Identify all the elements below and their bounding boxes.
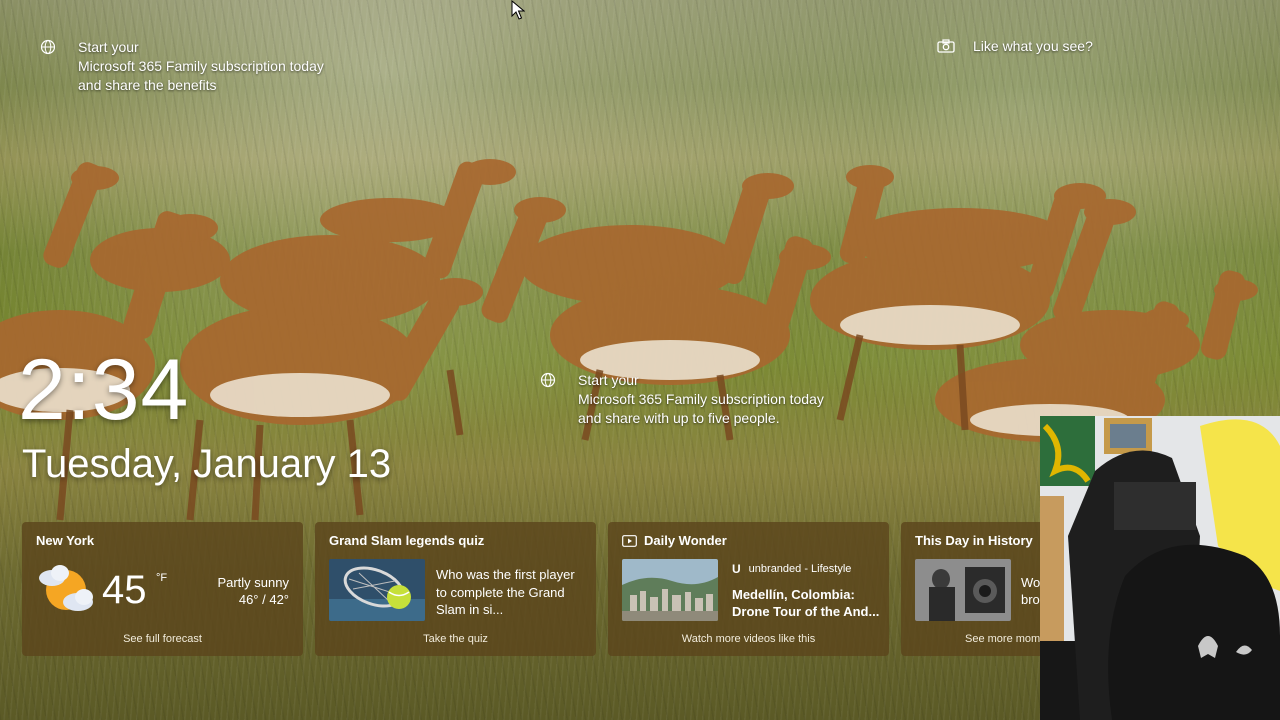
- daily-wonder-footer-link[interactable]: Watch more videos like this: [608, 633, 889, 645]
- weather-temperature: 45: [102, 568, 147, 612]
- daily-wonder-title-text: Daily Wonder: [644, 533, 727, 548]
- headline-line1: Medellín, Colombia:: [732, 587, 855, 602]
- history-thumbnail: [915, 559, 1011, 621]
- quiz-title: Grand Slam legends quiz: [329, 533, 485, 548]
- video-icon: [622, 534, 637, 547]
- daily-wonder-source: U unbranded - Lifestyle: [732, 562, 851, 576]
- history-card[interactable]: This Day in History Wo bro See more mom: [901, 522, 1061, 656]
- history-footer-link[interactable]: See more mom: [901, 633, 1061, 645]
- daily-wonder-headline: Medellín, Colombia: Drone Tour of the An…: [732, 586, 884, 620]
- webcam-overlay: [1040, 416, 1280, 720]
- promo-mid-line3: and share with up to five people.: [578, 410, 780, 426]
- city-thumbnail: [622, 559, 718, 621]
- camera-icon: [937, 39, 955, 53]
- promo-top-line3: and share the benefits: [78, 77, 217, 93]
- like-what-you-see-label: Like what you see?: [973, 38, 1093, 54]
- like-what-you-see-button[interactable]: Like what you see?: [937, 38, 1093, 54]
- quiz-line2: to complete the Grand: [436, 584, 565, 600]
- weather-card[interactable]: New York 45 °F Partly sunny 46° / 42° Se…: [22, 522, 303, 656]
- promo-top-line1: Start your: [78, 39, 139, 55]
- globe-icon: [540, 372, 556, 388]
- promo-mid-line1: Start your: [578, 372, 639, 388]
- weather-footer-link[interactable]: See full forecast: [22, 633, 303, 645]
- source-logo: U: [732, 562, 741, 576]
- promo-middle[interactable]: Start your Microsoft 365 Family subscrip…: [540, 371, 860, 431]
- weather-unit: °F: [156, 572, 168, 584]
- quiz-card[interactable]: Grand Slam legends quiz Who was the firs…: [315, 522, 596, 656]
- quiz-line1: Who was the first player: [436, 567, 575, 582]
- history-line2: bro: [1021, 592, 1040, 607]
- partly-sunny-icon: [39, 565, 93, 611]
- tennis-thumbnail: [329, 559, 425, 621]
- lock-screen: Start your Microsoft 365 Family subscrip…: [0, 0, 1280, 720]
- weather-condition: Partly sunny: [217, 575, 289, 590]
- history-line1: Wo: [1021, 575, 1041, 590]
- cursor-icon: [511, 0, 525, 20]
- weather-range: 46° / 42°: [238, 592, 289, 607]
- quiz-footer-link[interactable]: Take the quiz: [315, 633, 596, 645]
- headline-line2: Drone Tour of the And...: [732, 604, 880, 619]
- globe-icon: [40, 39, 56, 55]
- quiz-line3: Slam in si...: [436, 602, 504, 617]
- daily-wonder-title: Daily Wonder: [622, 533, 727, 548]
- lock-screen-date: Tuesday, January 13: [22, 442, 392, 486]
- promo-top-line2: Microsoft 365 Family subscription today: [78, 58, 324, 74]
- lock-screen-time: 2:34: [18, 342, 190, 438]
- daily-wonder-card[interactable]: Daily Wonder U unbranded - Lifestyle Med…: [608, 522, 889, 656]
- weather-condition-block: Partly sunny 46° / 42°: [217, 574, 289, 608]
- history-title: This Day in History: [915, 533, 1033, 548]
- source-label: unbranded - Lifestyle: [748, 563, 852, 575]
- promo-mid-line2: Microsoft 365 Family subscription today: [578, 391, 824, 407]
- history-text: Wo bro: [1021, 574, 1040, 608]
- weather-location: New York: [36, 533, 95, 548]
- quiz-question: Who was the first player to complete the…: [436, 566, 586, 619]
- promo-top[interactable]: Start your Microsoft 365 Family subscrip…: [40, 38, 360, 98]
